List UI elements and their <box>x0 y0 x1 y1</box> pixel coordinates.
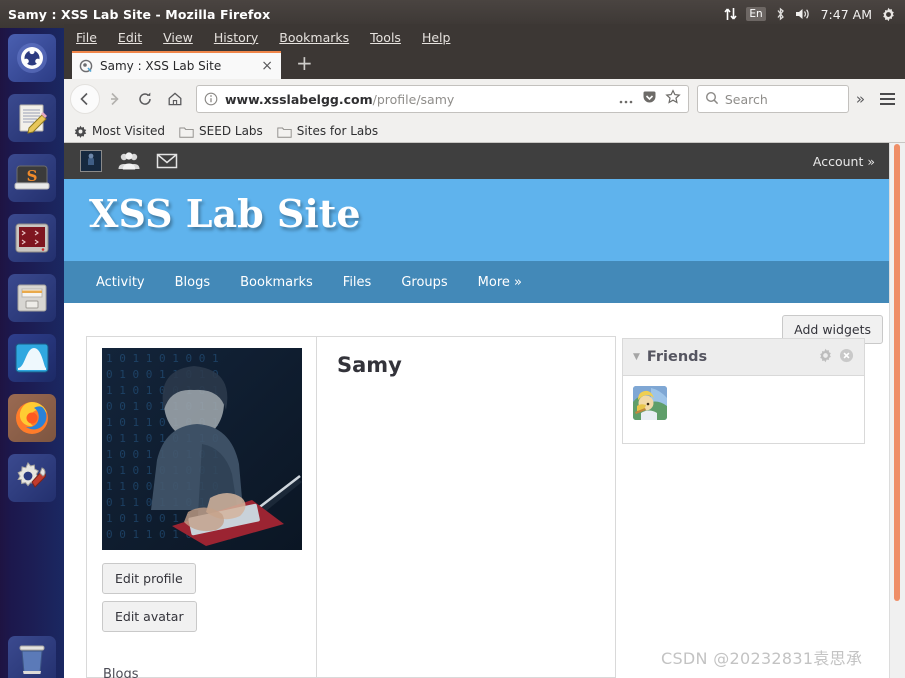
profile-sidebar: 1 0 1 1 0 1 0 0 10 1 0 0 1 1 0 1 0 1 1 0… <box>86 336 316 678</box>
elgg-topbar: Account » <box>64 143 889 179</box>
system-tray: En 7:47 AM <box>724 7 905 22</box>
launcher-item-text-editor[interactable] <box>8 94 56 142</box>
ellipsis-icon[interactable] <box>618 90 634 109</box>
site-nav: Activity Blogs Bookmarks Files Groups Mo… <box>64 261 889 303</box>
svg-text:S: S <box>27 167 38 185</box>
profile-main-column: Samy <box>316 336 616 678</box>
search-input[interactable]: Search <box>725 92 768 107</box>
menu-file[interactable]: File <box>76 30 97 45</box>
elgg-favicon <box>78 58 94 74</box>
watermark: CSDN @20232831袁思承 <box>661 649 863 668</box>
folder-icon <box>179 127 194 138</box>
envelope-icon[interactable] <box>154 148 180 174</box>
friends-widget-body <box>623 376 864 443</box>
star-icon[interactable] <box>665 89 681 109</box>
launcher-item-firefox[interactable] <box>8 394 56 442</box>
unity-launcher: S <box>0 28 64 678</box>
launcher-item-sublime-drive[interactable]: S <box>8 154 56 202</box>
menu-history[interactable]: History <box>214 30 258 45</box>
search-bar[interactable]: Search <box>696 85 849 113</box>
forward-button[interactable] <box>100 84 130 114</box>
url-bar[interactable]: www.xsslabelgg.com/profile/samy <box>196 85 689 113</box>
nav-item-files[interactable]: Files <box>343 275 372 290</box>
svg-text:1 0 1 1 0 1 0 0 1: 1 0 1 1 0 1 0 0 1 <box>106 352 219 365</box>
gear-icon[interactable] <box>818 348 833 367</box>
topbar-avatar-link[interactable] <box>78 148 104 174</box>
keyboard-layout-indicator[interactable]: En <box>746 6 766 22</box>
network-updown-icon[interactable] <box>724 7 737 21</box>
friends-widget-header: ▼ Friends <box>623 339 864 376</box>
home-icon[interactable] <box>160 84 190 114</box>
site-title: XSS Lab Site <box>89 191 361 236</box>
folder-icon <box>277 127 292 138</box>
nav-item-bookmarks[interactable]: Bookmarks <box>240 275 313 290</box>
url-domain: www.xsslabelgg.com <box>225 91 373 107</box>
people-icon[interactable] <box>116 148 142 174</box>
clock[interactable]: 7:47 AM <box>821 7 872 22</box>
launcher-item-trash[interactable] <box>8 636 56 678</box>
menu-tools[interactable]: Tools <box>370 30 401 45</box>
launcher-item-file-manager[interactable] <box>8 274 56 322</box>
close-circle-icon[interactable] <box>839 348 854 367</box>
overflow-button[interactable]: » <box>849 90 872 108</box>
back-button[interactable] <box>70 84 100 114</box>
browser-tab[interactable]: Samy : XSS Lab Site × <box>72 51 281 79</box>
bookmark-seed-labs[interactable]: SEED Labs <box>179 124 263 138</box>
hamburger-icon[interactable] <box>872 93 905 105</box>
launcher-item-terminal[interactable] <box>8 214 56 262</box>
user-avatar-thumb <box>80 150 102 172</box>
launcher-item-system-settings[interactable] <box>8 454 56 502</box>
menu-edit[interactable]: Edit <box>118 30 142 45</box>
most-visited-icon <box>74 125 87 138</box>
volume-icon[interactable] <box>795 7 812 21</box>
search-icon <box>705 90 719 109</box>
page-scrollbar-thumb[interactable] <box>894 144 900 601</box>
nav-item-groups[interactable]: Groups <box>401 275 447 290</box>
bookmarks-toolbar: Most Visited SEED Labs Sites for Labs <box>64 119 905 143</box>
launcher-item-wireshark[interactable] <box>8 334 56 382</box>
menu-view[interactable]: View <box>163 30 193 45</box>
friends-widget-title: Friends <box>646 349 708 365</box>
friend-avatar-alice[interactable] <box>633 386 667 420</box>
account-menu[interactable]: Account » <box>813 154 875 169</box>
url-text: www.xsslabelgg.com/profile/samy <box>225 92 612 107</box>
firefox-menubar: File Edit View History Bookmarks Tools H… <box>64 24 905 50</box>
url-path: /profile/samy <box>372 91 455 107</box>
gear-icon[interactable] <box>881 7 896 22</box>
page-viewport: Account » XSS Lab Site Activity Blogs Bo… <box>64 143 905 678</box>
new-tab-button[interactable]: + <box>296 53 313 73</box>
caret-down-icon[interactable]: ▼ <box>633 352 640 362</box>
friends-widget: ▼ Friends <box>622 338 865 444</box>
reload-button[interactable] <box>130 84 160 114</box>
page-title: Samy <box>337 353 402 377</box>
bookmark-most-visited[interactable]: Most Visited <box>74 124 165 138</box>
nav-item-more[interactable]: More » <box>478 275 522 290</box>
info-icon[interactable] <box>204 92 218 106</box>
blogs-link[interactable]: Blogs <box>103 667 139 678</box>
launcher-item-ubuntu-dash[interactable] <box>8 34 56 82</box>
profile-avatar-hacker[interactable]: 1 0 1 1 0 1 0 0 10 1 0 0 1 1 0 1 0 1 1 0… <box>102 348 302 550</box>
bluetooth-icon[interactable] <box>775 7 786 21</box>
menu-bookmarks[interactable]: Bookmarks <box>279 30 349 45</box>
edit-avatar-button[interactable]: Edit avatar <box>102 601 197 632</box>
bookmark-sites-for-labs[interactable]: Sites for Labs <box>277 124 378 138</box>
edit-profile-button[interactable]: Edit profile <box>102 563 196 594</box>
nav-item-blogs[interactable]: Blogs <box>175 275 211 290</box>
window-title: Samy : XSS Lab Site - Mozilla Firefox <box>8 6 271 22</box>
nav-item-activity[interactable]: Activity <box>96 275 145 290</box>
pocket-icon[interactable] <box>642 90 657 109</box>
firefox-chrome: Samy : XSS Lab Site × + www.xsslabelgg.c… <box>64 50 905 143</box>
screen: Samy : XSS Lab Site - Mozilla Firefox En… <box>0 0 905 678</box>
site-header: XSS Lab Site <box>64 179 889 261</box>
tab-title: Samy : XSS Lab Site <box>100 59 222 73</box>
close-icon[interactable]: × <box>259 59 275 73</box>
tab-strip: Samy : XSS Lab Site × + <box>64 50 905 79</box>
menu-help[interactable]: Help <box>422 30 451 45</box>
navigation-toolbar: www.xsslabelgg.com/profile/samy Search » <box>64 79 905 119</box>
